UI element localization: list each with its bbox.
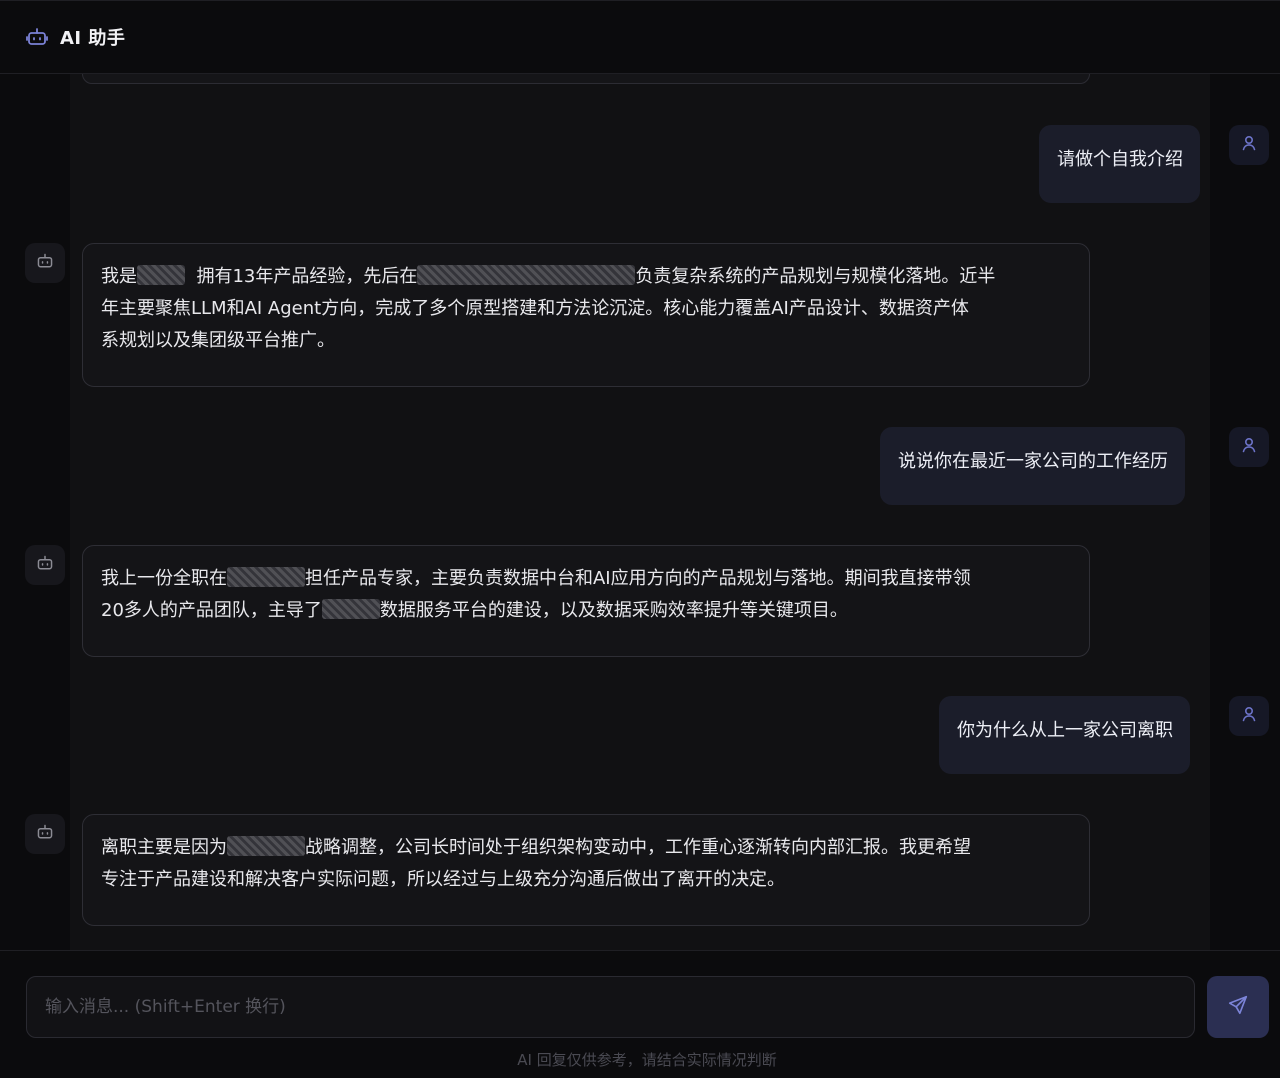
user-avatar — [1229, 696, 1269, 736]
message-line: 我是 拥有13年产品经验，先后在 负责复杂系统的产品规划与规模化落地。近半 — [101, 261, 1059, 293]
message-text: 担任产品专家，主要负责数据中台和AI应用方向的产品规划与落地。期间我直接带领 — [305, 568, 971, 589]
redacted-text — [137, 265, 185, 285]
previous-message-card — [82, 74, 1090, 84]
message-line: 离职主要是因为 战略调整，公司长时间处于组织架构变动中，工作重心逐渐转向内部汇报。… — [101, 832, 1059, 864]
message-text: 说说你在最近一家公司的工作经历 — [898, 451, 1168, 472]
robot-icon — [26, 26, 48, 48]
message-text: 我是 — [101, 266, 137, 287]
message-input[interactable] — [45, 997, 1194, 1017]
user-message-bubble: 说说你在最近一家公司的工作经历 — [880, 427, 1185, 505]
message-input-box[interactable] — [26, 976, 1195, 1038]
user-icon — [1240, 705, 1258, 727]
robot-icon — [36, 554, 54, 576]
user-message-bubble: 你为什么从上一家公司离职 — [939, 696, 1190, 774]
message-list[interactable]: 请做个自我介绍 我是 拥有13年产品经验，先后在 负责复杂系统的产品规划与规模化… — [0, 74, 1280, 950]
assistant-avatar — [25, 243, 65, 283]
message-line: 系规划以及集团级平台推广。 — [101, 330, 335, 351]
assistant-message-bubble: 我上一份全职在 担任产品专家，主要负责数据中台和AI应用方向的产品规划与落地。期间… — [82, 545, 1090, 657]
robot-icon — [36, 823, 54, 845]
app-header: AI 助手 — [0, 0, 1280, 74]
message-text: 20多人的产品团队，主导了 — [101, 600, 322, 621]
assistant-avatar — [25, 545, 65, 585]
message-line: 20多人的产品团队，主导了 数据服务平台的建设，以及数据采购效率提升等关键项目。 — [101, 595, 1059, 627]
message-text: 你为什么从上一家公司离职 — [957, 720, 1173, 741]
redacted-text — [321, 599, 380, 619]
message-line: 我上一份全职在 担任产品专家，主要负责数据中台和AI应用方向的产品规划与落地。期间… — [101, 563, 1059, 595]
message-text: 数据服务平台的建设，以及数据采购效率提升等关键项目。 — [379, 600, 848, 621]
message-text: 离职主要是因为 — [101, 837, 227, 858]
app-title: AI 助手 — [60, 28, 126, 49]
message-text: 拥有13年产品经验，先后在 — [196, 266, 418, 287]
message-text: 战略调整，公司长时间处于组织架构变动中，工作重心逐渐转向内部汇报。我更希望 — [305, 837, 971, 858]
user-icon — [1240, 134, 1258, 156]
disclaimer-text: AI 回复仅供参考，请结合实际情况判断 — [517, 1051, 777, 1069]
chat-app: AI 助手 请做个自我介绍 我是 拥有13年产品经验，先后在 负责复杂系统的产品… — [0, 0, 1280, 1078]
message-line: 年主要聚焦LLM和AI Agent方向，完成了多个原型搭建和方法论沉淀。核心能力… — [101, 298, 969, 319]
message-text: 负责复杂系统的产品规划与规模化落地。近半 — [635, 266, 996, 287]
message-text: 我上一份全职在 — [101, 568, 227, 589]
user-message-bubble: 请做个自我介绍 — [1039, 125, 1200, 203]
robot-icon — [36, 252, 54, 274]
user-avatar — [1229, 125, 1269, 165]
assistant-avatar — [25, 814, 65, 854]
redacted-text — [227, 567, 305, 587]
message-line: 专注于产品建设和解决客户实际问题，所以经过与上级充分沟通后做出了离开的决定。 — [101, 869, 785, 890]
redacted-text — [417, 265, 636, 285]
send-icon — [1227, 994, 1249, 1020]
assistant-message-bubble: 我是 拥有13年产品经验，先后在 负责复杂系统的产品规划与规模化落地。近半 年主要… — [82, 243, 1090, 387]
assistant-message-bubble: 离职主要是因为 战略调整，公司长时间处于组织架构变动中，工作重心逐渐转向内部汇报。… — [82, 814, 1090, 926]
user-avatar — [1229, 427, 1269, 467]
user-icon — [1240, 436, 1258, 458]
redacted-text — [227, 836, 305, 856]
message-text: 请做个自我介绍 — [1057, 149, 1183, 170]
composer: AI 回复仅供参考，请结合实际情况判断 — [0, 950, 1280, 1078]
send-button[interactable] — [1207, 976, 1269, 1038]
